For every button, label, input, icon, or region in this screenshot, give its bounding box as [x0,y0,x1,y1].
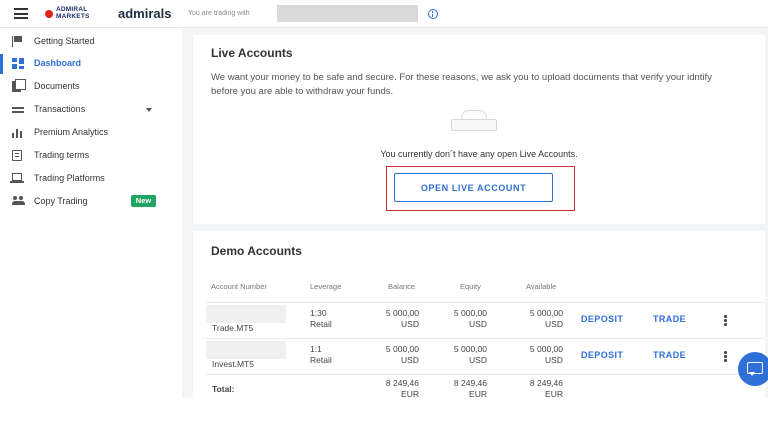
flag-icon [12,36,24,47]
row-divider [206,302,765,303]
brand-name: admirals [118,6,172,21]
more-options-icon[interactable] [724,315,727,326]
logo-dot [45,10,53,18]
sidebar-item-label: Documents [34,81,80,91]
equity-currency: USD [469,355,487,365]
account-number-mask [206,305,286,323]
leverage-type: Retail [310,355,332,365]
laptop-icon [10,173,24,183]
more-options-icon[interactable] [724,351,727,362]
sidebar-item-transactions[interactable]: Transactions [0,100,178,120]
column-header-available: Available [526,282,557,291]
sidebar-item-label: Getting Started [34,36,95,46]
sidebar-item-label: Trading terms [34,150,90,160]
demo-accounts-title: Demo Accounts [211,244,302,258]
sidebar-item-dashboard[interactable]: Dashboard [0,54,178,74]
admiral-markets-logo[interactable]: ADMIRAL MARKETS [45,6,105,22]
main-content: Live Accounts We want your money to be s… [182,28,768,398]
sidebar-item-label: Transactions [34,104,86,114]
sidebar-item-trading-terms[interactable]: Trading terms [0,146,178,166]
live-accounts-card: Live Accounts We want your money to be s… [193,35,765,224]
people-icon [12,196,25,207]
trade-button[interactable]: TRADE [653,314,686,324]
account-name: Trade.MT5 [212,323,254,333]
equity-currency: USD [469,319,487,329]
sidebar-item-label: Dashboard [34,58,82,68]
trading-with-label: You are trading with [188,10,250,17]
sidebar-item-label: Premium Analytics [34,127,109,137]
chevron-down-icon[interactable] [146,108,152,112]
sidebar-item-trading-platforms[interactable]: Trading Platforms [0,169,178,189]
equity-value: 5 000,00 [453,308,487,318]
available-value: 5 000,00 [529,308,563,318]
sidebar-item-copy-trading[interactable]: Copy Trading New [0,192,178,212]
balance-currency: USD [401,355,419,365]
dashboard-icon [12,58,24,69]
bar-chart-icon [12,127,24,138]
documents-icon [12,79,26,92]
leverage-value: 1:30 [310,308,327,318]
account-selector[interactable] [277,5,418,22]
live-accounts-description: We want your money to be safe and secure… [211,72,712,97]
sidebar-item-documents[interactable]: Documents [0,77,178,97]
info-icon[interactable] [428,9,438,19]
terms-icon [12,150,22,161]
demo-accounts-card: Demo Accounts Account Number Leverage Ba… [193,231,765,398]
open-live-account-button[interactable]: OPEN LIVE ACCOUNT [394,173,553,202]
transactions-icon [12,104,24,115]
balance-value: 5 000,00 [385,308,419,318]
total-equity: 8 249,46 [453,378,487,388]
column-header-balance: Balance [388,282,416,291]
live-accounts-title: Live Accounts [211,46,293,60]
total-available: 8 249,46 [529,378,563,388]
no-live-accounts-message: You currently don´t have any open Live A… [380,149,578,159]
deposit-button[interactable]: DEPOSIT [581,350,623,360]
chat-icon[interactable] [738,352,768,386]
sidebar-item-label: Copy Trading [34,196,88,206]
available-currency: USD [545,355,563,365]
sidebar: Getting Started Dashboard Documents Tran… [0,28,178,398]
column-header-equity: Equity [460,282,481,291]
total-balance: 8 249,46 [385,378,419,388]
new-badge: New [131,195,156,207]
deposit-button[interactable]: DEPOSIT [581,314,623,324]
available-currency: USD [545,319,563,329]
balance-value: 5 000,00 [385,344,419,354]
balance-currency: USD [401,319,419,329]
account-name: Invest.MT5 [212,359,255,369]
total-equity-currency: EUR [469,389,487,398]
row-divider [206,338,765,339]
menu-icon[interactable] [14,8,28,19]
logo-text: ADMIRAL MARKETS [56,6,90,20]
sidebar-item-label: Trading Platforms [34,173,105,183]
top-bar: ADMIRAL MARKETS admirals You are trading … [0,0,768,28]
row-divider [206,374,765,375]
column-header-account-number: Account Number [211,282,267,291]
equity-value: 5 000,00 [453,344,487,354]
available-value: 5 000,00 [529,344,563,354]
leverage-value: 1:1 [310,344,322,354]
sidebar-item-getting-started[interactable]: Getting Started [0,32,178,52]
total-available-currency: EUR [545,389,563,398]
trade-button[interactable]: TRADE [653,350,686,360]
account-number-mask [206,341,286,359]
total-balance-currency: EUR [401,389,419,398]
column-header-leverage: Leverage [310,282,342,291]
sidebar-item-premium-analytics[interactable]: Premium Analytics [0,123,178,143]
total-label: Total: [212,384,235,394]
empty-inbox-icon [451,110,497,132]
leverage-type: Retail [310,319,332,329]
